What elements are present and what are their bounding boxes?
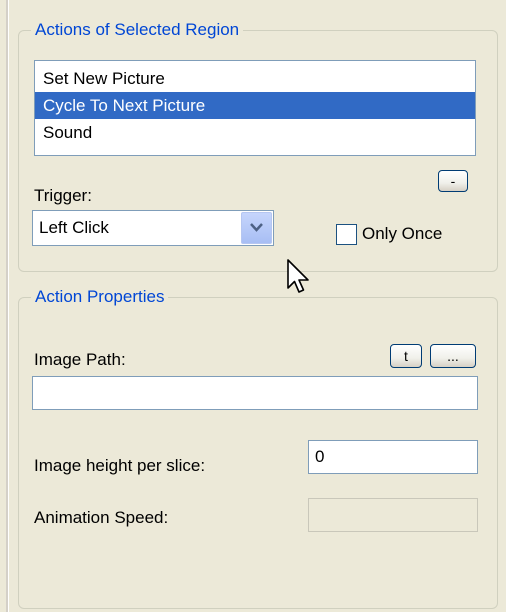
image-path-input[interactable]	[32, 376, 478, 410]
only-once-checkbox[interactable]	[336, 224, 357, 245]
list-item-sound[interactable]: Sound	[35, 119, 475, 146]
trigger-select-value: Left Click	[39, 218, 109, 237]
list-item-cycle-to-next-picture[interactable]: Cycle To Next Picture	[35, 92, 475, 119]
action-properties-title: Action Properties	[31, 286, 169, 308]
actions-listbox[interactable]: Set New Picture Cycle To Next Picture So…	[34, 60, 476, 156]
t-button[interactable]: t	[390, 344, 422, 368]
browse-button[interactable]: ...	[430, 344, 476, 368]
list-item-set-new-picture[interactable]: Set New Picture	[35, 65, 475, 92]
image-height-input[interactable]: 0	[308, 440, 478, 474]
only-once-label[interactable]: Only Once	[362, 224, 442, 244]
trigger-select[interactable]: Left Click	[32, 210, 274, 246]
chevron-down-icon[interactable]	[241, 212, 272, 244]
animation-speed-input[interactable]	[308, 498, 478, 532]
side-panel: Actions of Selected Region Set New Pictu…	[0, 0, 498, 612]
image-height-value: 0	[315, 447, 325, 466]
image-height-label: Image height per slice:	[34, 456, 206, 475]
remove-action-button[interactable]: -	[438, 170, 468, 192]
panel-left-edge	[6, 0, 9, 612]
image-path-label: Image Path:	[34, 350, 126, 369]
animation-speed-label: Animation Speed:	[34, 508, 169, 527]
mouse-pointer-icon	[286, 258, 312, 303]
actions-group-title: Actions of Selected Region	[31, 19, 244, 41]
trigger-label: Trigger:	[34, 186, 92, 205]
